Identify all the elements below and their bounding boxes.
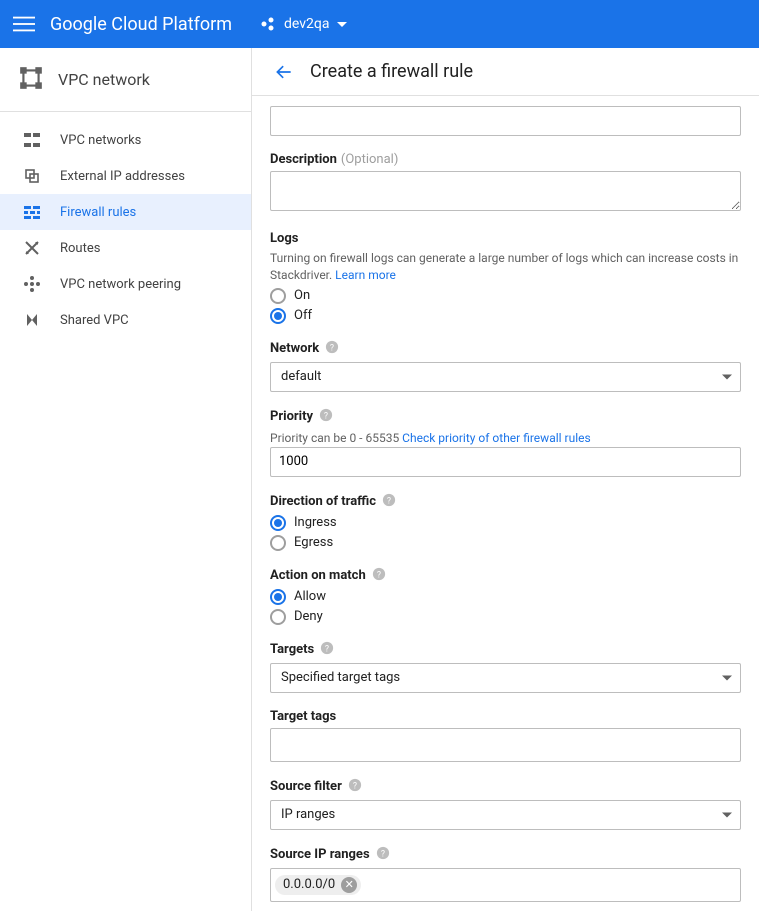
logs-off-radio[interactable]: Off bbox=[270, 308, 741, 324]
peering-icon bbox=[22, 274, 42, 294]
sidebar-item-vpc-networks[interactable]: VPC networks bbox=[0, 122, 251, 158]
chevron-down-icon bbox=[722, 812, 732, 817]
chevron-down-icon bbox=[722, 374, 732, 379]
shared-vpc-icon bbox=[22, 310, 42, 330]
sidebar-nav: VPC networks External IP addresses Firew… bbox=[0, 112, 251, 338]
direction-label: Direction of traffic bbox=[270, 494, 376, 509]
svg-text:?: ? bbox=[377, 570, 381, 580]
logs-on-radio[interactable]: On bbox=[270, 288, 741, 304]
help-icon[interactable]: ? bbox=[376, 846, 390, 864]
menu-icon[interactable] bbox=[12, 12, 36, 36]
sidebar-item-routes[interactable]: Routes bbox=[0, 230, 251, 266]
network-label: Network bbox=[270, 341, 319, 356]
direction-ingress-radio[interactable]: Ingress bbox=[270, 515, 741, 531]
sidebar-item-label: Routes bbox=[60, 241, 100, 256]
svg-text:?: ? bbox=[381, 849, 385, 859]
logs-label: Logs bbox=[270, 231, 298, 246]
source-filter-select[interactable]: IP ranges bbox=[270, 800, 741, 830]
help-icon[interactable]: ? bbox=[319, 408, 333, 426]
sidebar-item-external-ip[interactable]: External IP addresses bbox=[0, 158, 251, 194]
sidebar: VPC network VPC networks External IP add… bbox=[0, 48, 252, 911]
chevron-down-icon bbox=[722, 675, 732, 680]
help-icon[interactable]: ? bbox=[325, 340, 339, 358]
sidebar-item-shared-vpc[interactable]: Shared VPC bbox=[0, 302, 251, 338]
action-allow-radio[interactable]: Allow bbox=[270, 589, 741, 605]
project-icon bbox=[260, 16, 276, 32]
sidebar-product-name: VPC network bbox=[58, 70, 150, 89]
svg-text:?: ? bbox=[353, 781, 357, 791]
ip-range-chip: 0.0.0.0/0✕ bbox=[275, 875, 361, 895]
target-tags-input[interactable] bbox=[270, 728, 741, 762]
direction-egress-radio[interactable]: Egress bbox=[270, 535, 741, 551]
targets-select[interactable]: Specified target tags bbox=[270, 663, 741, 693]
source-ip-label: Source IP ranges bbox=[270, 847, 370, 862]
source-filter-select-value: IP ranges bbox=[281, 807, 335, 822]
sidebar-item-label: External IP addresses bbox=[60, 169, 185, 184]
project-selector[interactable]: dev2qa bbox=[260, 16, 347, 32]
action-deny-radio[interactable]: Deny bbox=[270, 609, 741, 625]
sidebar-item-peering[interactable]: VPC network peering bbox=[0, 266, 251, 302]
priority-check-link[interactable]: Check priority of other firewall rules bbox=[402, 431, 591, 445]
help-icon[interactable]: ? bbox=[372, 567, 386, 585]
sidebar-item-label: Firewall rules bbox=[60, 205, 136, 220]
help-icon[interactable]: ? bbox=[320, 641, 334, 659]
back-button[interactable] bbox=[270, 58, 298, 86]
help-icon[interactable]: ? bbox=[348, 778, 362, 796]
logs-help-text: Turning on firewall logs can generate a … bbox=[270, 250, 741, 284]
page-header: Create a firewall rule bbox=[252, 48, 759, 96]
svg-text:?: ? bbox=[387, 496, 391, 506]
external-ip-icon bbox=[22, 166, 42, 186]
routes-icon bbox=[22, 238, 42, 258]
project-name: dev2qa bbox=[284, 16, 329, 32]
brand-text: Google Cloud Platform bbox=[50, 14, 232, 35]
priority-label: Priority bbox=[270, 409, 313, 424]
firewall-rules-icon bbox=[22, 202, 42, 222]
vpc-product-icon bbox=[18, 65, 44, 95]
main-content: Create a firewall rule Description (Opti… bbox=[252, 48, 759, 911]
chip-remove-icon[interactable]: ✕ bbox=[341, 877, 357, 893]
svg-text:?: ? bbox=[330, 343, 334, 353]
sidebar-item-label: Shared VPC bbox=[60, 313, 129, 328]
name-input[interactable] bbox=[270, 106, 741, 136]
sidebar-item-label: VPC network peering bbox=[60, 277, 181, 292]
firewall-form: Description (Optional) Logs Turning on f… bbox=[252, 96, 759, 911]
description-label: Description bbox=[270, 152, 337, 167]
sidebar-item-firewall-rules[interactable]: Firewall rules bbox=[0, 194, 251, 230]
description-textarea[interactable] bbox=[270, 171, 741, 211]
svg-text:?: ? bbox=[324, 411, 328, 421]
chevron-down-icon bbox=[337, 22, 347, 27]
network-select[interactable]: default bbox=[270, 362, 741, 392]
description-optional: (Optional) bbox=[341, 152, 398, 167]
priority-input[interactable] bbox=[270, 447, 741, 477]
network-select-value: default bbox=[281, 369, 321, 384]
targets-select-value: Specified target tags bbox=[281, 670, 400, 685]
sidebar-item-label: VPC networks bbox=[60, 133, 141, 148]
targets-label: Targets bbox=[270, 642, 314, 657]
source-ip-input[interactable]: 0.0.0.0/0✕ bbox=[270, 868, 741, 902]
vpc-networks-icon bbox=[22, 130, 42, 150]
logs-learn-more-link[interactable]: Learn more bbox=[335, 268, 396, 282]
action-label: Action on match bbox=[270, 568, 366, 583]
sidebar-product-header[interactable]: VPC network bbox=[0, 48, 251, 112]
priority-help-text: Priority can be 0 - 65535 Check priority… bbox=[270, 430, 741, 447]
source-filter-label: Source filter bbox=[270, 779, 342, 794]
target-tags-label: Target tags bbox=[270, 709, 336, 724]
top-bar: Google Cloud Platform dev2qa bbox=[0, 0, 759, 48]
page-title: Create a firewall rule bbox=[310, 61, 473, 82]
svg-text:?: ? bbox=[325, 644, 329, 654]
help-icon[interactable]: ? bbox=[382, 493, 396, 511]
